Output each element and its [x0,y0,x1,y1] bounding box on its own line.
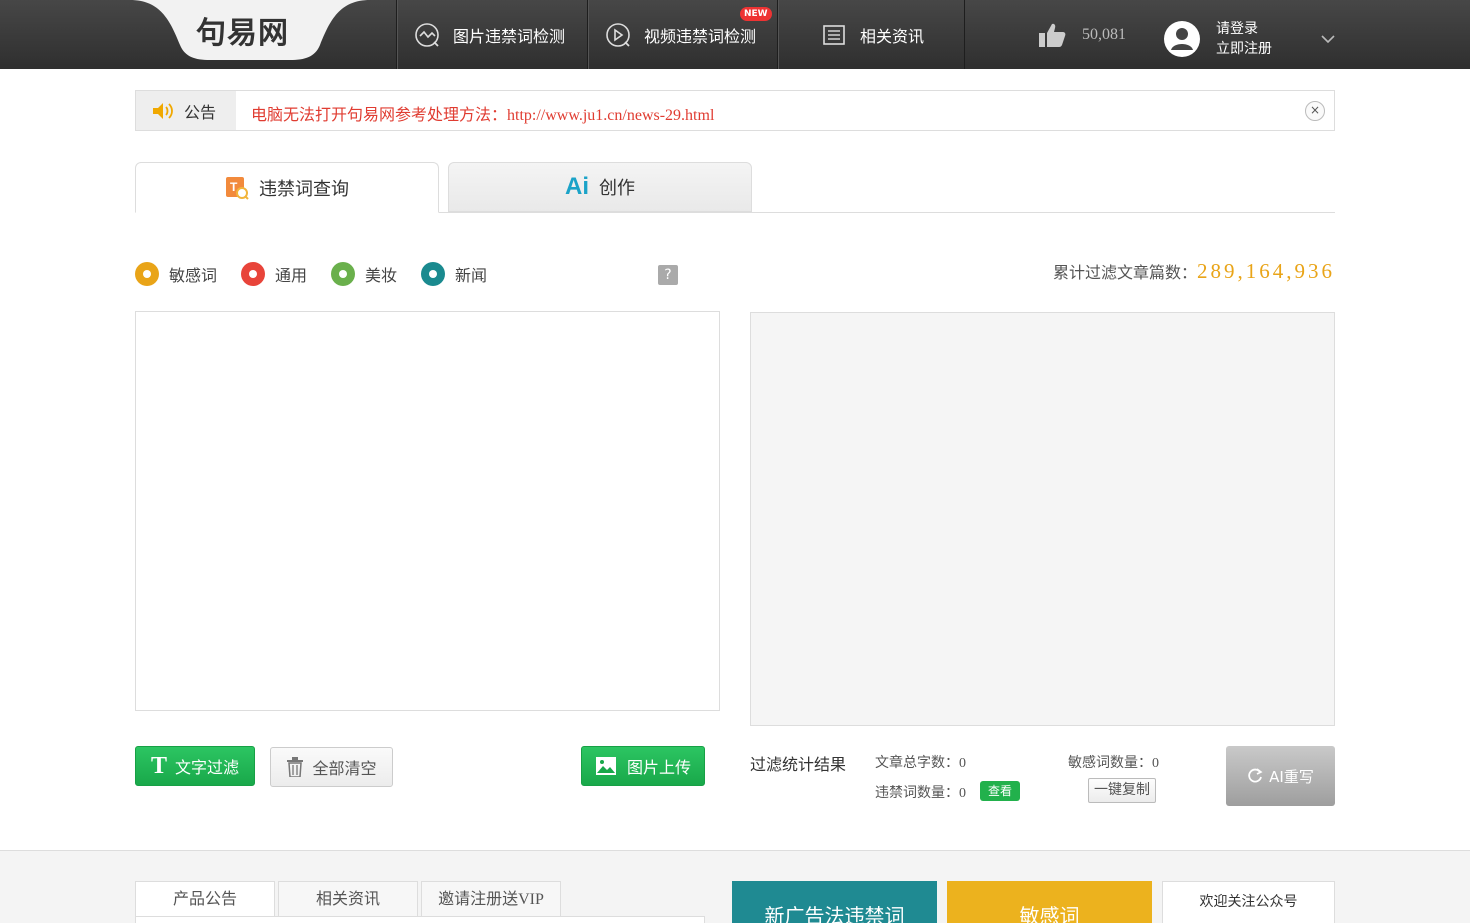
register-link[interactable]: 立即注册 [1216,39,1272,59]
news-icon [823,24,845,45]
text-input-area[interactable] [135,311,720,711]
promo-ad-law-banned-words[interactable]: 新广告法违禁词 [732,881,937,923]
option-label: 通用 [275,266,308,285]
radio-icon [331,262,355,286]
image-upload-button[interactable]: 图片上传 [581,746,705,786]
tab-label: 创作 [599,178,635,199]
clear-all-button[interactable]: 全部清空 [270,747,393,787]
refresh-icon [1248,768,1263,783]
total-chars-stat: 文章总字数：0 [875,756,966,771]
total-filtered-counter: 累计过滤文章篇数： 289,164,936 [1053,259,1335,284]
nav-label: 相关资讯 [860,26,925,46]
view-button[interactable]: 查看 [980,781,1020,801]
nav-news[interactable]: 相关资讯 [777,0,965,69]
option-label: 美妆 [365,266,398,285]
tab-banned-word-query[interactable]: T 违禁词查询 [135,162,439,213]
button-label: 文字过滤 [175,758,240,777]
stats-title: 过滤统计结果 [750,755,847,774]
promo-sensitive-words[interactable]: 敏感词 [947,881,1152,923]
like-counter[interactable]: 50,081 [1038,22,1126,48]
help-icon[interactable]: ? [658,265,678,285]
trash-icon [287,757,304,777]
radio-icon [241,262,265,286]
ai-icon: Ai [565,173,589,200]
user-menu[interactable]: 请登录 立即注册 [1164,19,1272,59]
follow-wechat-box: 欢迎关注公众号 [1162,881,1335,923]
image-check-icon [415,22,439,47]
thumbs-up-icon [1039,23,1066,47]
avatar-icon [1164,21,1200,57]
radio-icon [135,262,159,286]
notice-text[interactable]: 电脑无法打开句易网参考处理方法：http://www.ju1.cn/news-2… [251,101,714,125]
option-beauty[interactable]: 美妆 [331,262,397,286]
banned-count-stat: 违禁词数量：0 [875,786,966,801]
image-icon [595,757,616,775]
likes-count: 50,081 [1082,26,1126,43]
notice-label: 公告 [184,102,217,122]
option-sensitive[interactable]: 敏感词 [135,262,217,286]
option-news[interactable]: 新闻 [421,262,487,286]
tab-content-panel [135,916,705,923]
nav-image-check[interactable]: 图片违禁词检测 [396,0,587,69]
nav-label: 图片违禁词检测 [453,26,566,46]
nav-label: 视频违禁词检测 [644,26,757,46]
option-label: 敏感词 [169,266,218,285]
search-document-icon: T [226,176,249,200]
tab-ai-create[interactable]: Ai 创作 [448,162,752,212]
ai-rewrite-button[interactable]: AI重写 [1226,746,1335,806]
text-icon: T [150,752,167,779]
notice-label-box: 公告 [136,91,236,130]
button-label: 图片上传 [626,758,691,777]
text-filter-button[interactable]: T 文字过滤 [135,746,255,786]
speaker-icon [153,102,173,119]
total-label: 累计过滤文章篇数： [1052,263,1197,282]
new-badge: NEW [740,7,772,21]
close-icon[interactable]: × [1305,101,1325,121]
site-logo[interactable]: 句易网 [196,8,289,52]
button-label: AI重写 [1269,767,1314,786]
login-link[interactable]: 请登录 [1216,19,1272,39]
result-display-area [750,312,1335,726]
total-value: 289,164,936 [1197,259,1335,283]
video-check-icon [606,22,630,47]
option-label: 新闻 [455,266,488,285]
radio-icon [421,262,445,286]
button-label: 全部清空 [312,759,377,778]
chevron-down-icon[interactable] [1320,34,1336,44]
sensitive-count-stat: 敏感词数量：0 [1068,756,1159,771]
notice-bar: 公告 电脑无法打开句易网参考处理方法：http://www.ju1.cn/new… [135,90,1335,131]
copy-button[interactable]: 一键复制 [1088,778,1156,803]
tab-label: 违禁词查询 [259,178,349,200]
option-general[interactable]: 通用 [241,262,307,286]
